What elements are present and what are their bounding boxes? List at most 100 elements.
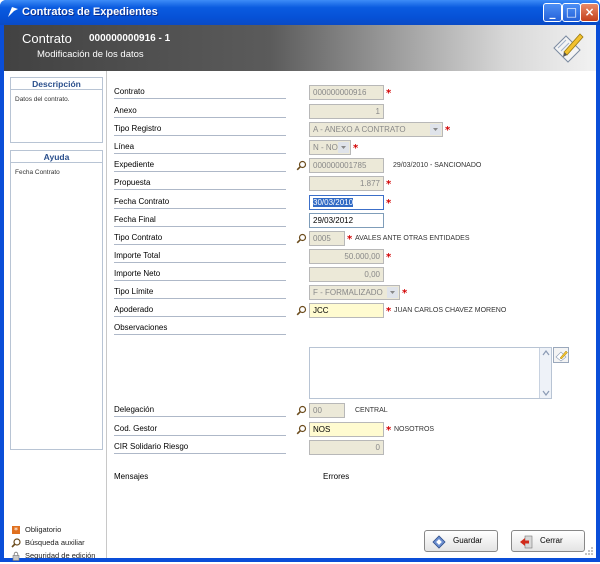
mensajes-label: Mensajes: [114, 472, 149, 481]
title-bar[interactable]: Contratos de Expedientes _ □ ×: [0, 0, 600, 25]
description-panel: Descripción Datos del contrato.: [10, 77, 103, 143]
lock-icon: [12, 551, 20, 561]
scroll-up-icon[interactable]: [542, 350, 550, 356]
magnifier-icon: [11, 538, 21, 548]
required-marker: *: [347, 234, 353, 245]
importe-neto-field[interactable]: 0,00: [309, 267, 384, 282]
magnifier-icon[interactable]: [296, 233, 307, 244]
importe-neto-label: Importe Neto: [114, 269, 286, 281]
linea-value: N - NO: [313, 143, 338, 152]
cir-solidario-label: CIR Solidario Riesgo: [114, 442, 286, 454]
tipo-limite-select[interactable]: F - FORMALIZADO: [309, 285, 400, 300]
required-marker: *: [353, 143, 359, 154]
tipo-contrato-label: Tipo Contrato: [114, 233, 286, 245]
edit-document-icon: [553, 33, 584, 63]
required-marker: *: [386, 252, 392, 263]
magnifier-icon[interactable]: [296, 305, 307, 316]
observaciones-frame: [309, 347, 552, 399]
errores-label: Errores: [323, 472, 350, 481]
legend-security: Seguridad de edición: [11, 551, 103, 561]
tipo-registro-value: A - ANEXO A CONTRATO: [313, 125, 406, 134]
tipo-registro-label: Tipo Registro: [114, 124, 286, 136]
required-marker: *: [386, 306, 392, 317]
fecha-contrato-value: 30/03/2010: [313, 198, 354, 207]
importe-total-field[interactable]: 50.000,00: [309, 249, 384, 264]
tipo-contrato-field[interactable]: 0005: [309, 231, 345, 246]
magnifier-icon[interactable]: [296, 424, 307, 435]
chevron-down-icon[interactable]: [338, 142, 349, 153]
cerrar-button[interactable]: Cerrar: [511, 530, 585, 552]
minimize-button[interactable]: _: [543, 3, 562, 22]
legend-security-label: Seguridad de edición: [25, 551, 96, 560]
close-button[interactable]: ×: [580, 3, 599, 22]
required-marker: *: [402, 288, 408, 299]
linea-label: Línea: [114, 142, 286, 154]
required-marker: *: [445, 125, 451, 136]
delegacion-field[interactable]: 00: [309, 403, 345, 418]
header-number: 000000000916 - 1: [89, 33, 171, 44]
propuesta-field[interactable]: 1.877: [309, 176, 384, 191]
app-icon: [8, 7, 18, 17]
description-panel-title: Descripción: [11, 78, 102, 90]
header-subtitle: Modificación de los datos: [37, 49, 144, 60]
help-text: Fecha Contrato: [15, 169, 60, 176]
legend-required-label: Obligatorio: [25, 525, 62, 534]
magnifier-icon[interactable]: [296, 160, 307, 171]
guardar-label: Guardar: [453, 536, 483, 545]
fecha-final-label: Fecha Final: [114, 215, 286, 227]
description-text: Datos del contrato.: [15, 96, 70, 103]
cir-solidario-field[interactable]: 0: [309, 440, 384, 455]
contrato-label: Contrato: [114, 87, 286, 99]
delegacion-label: Delegación: [114, 405, 286, 417]
page-header: Contrato 000000000916 - 1 Modificación d…: [4, 25, 596, 71]
propuesta-label: Propuesta: [114, 178, 286, 190]
exit-door-icon: [520, 535, 533, 549]
window-title: Contratos de Expedientes: [22, 6, 158, 18]
chevron-down-icon[interactable]: [430, 124, 441, 135]
tipo-registro-select[interactable]: A - ANEXO A CONTRATO: [309, 122, 443, 137]
contrato-field[interactable]: 000000000916: [309, 85, 384, 100]
legend-search: Búsqueda auxiliar: [11, 538, 103, 548]
expediente-description: 29/03/2010 - SANCIONADO: [393, 162, 482, 169]
tipo-limite-value: F - FORMALIZADO: [313, 288, 383, 297]
cod-gestor-input[interactable]: NOS: [309, 422, 384, 437]
required-icon: *: [12, 526, 20, 535]
svg-text:*: *: [14, 526, 18, 535]
apoderado-description: JUAN CARLOS CHAVEZ MORENO: [394, 307, 507, 314]
required-marker: *: [386, 179, 392, 190]
expediente-field[interactable]: 000000001785: [309, 158, 384, 173]
client-area: Contrato 000000000916 - 1 Modificación d…: [4, 25, 596, 561]
sidebar: Descripción Datos del contrato. Ayuda Fe…: [4, 71, 107, 561]
apoderado-label: Apoderado: [114, 305, 286, 317]
cod-gestor-label: Cod. Gestor: [114, 424, 286, 436]
cod-gestor-description: NOSOTROS: [394, 426, 435, 433]
magnifier-icon[interactable]: [296, 405, 307, 416]
fecha-final-input[interactable]: 29/03/2012: [309, 213, 384, 228]
contract-form: Contrato 000000000916 * Anexo 1 Tipo Reg…: [107, 71, 596, 558]
legend-search-label: Búsqueda auxiliar: [25, 538, 85, 547]
app-window: Contratos de Expedientes _ □ × Contrato …: [0, 0, 600, 562]
legend: * Obligatorio Búsqueda auxiliar Segurida…: [11, 525, 103, 564]
chevron-down-icon[interactable]: [387, 287, 398, 298]
help-panel: Ayuda Fecha Contrato: [10, 150, 103, 450]
observaciones-scrollbar[interactable]: [539, 348, 551, 398]
guardar-button[interactable]: Guardar: [424, 530, 498, 552]
fecha-contrato-label: Fecha Contrato: [114, 197, 286, 209]
anexo-label: Anexo: [114, 106, 286, 118]
required-marker: *: [386, 425, 392, 436]
resize-grip-icon[interactable]: [584, 546, 594, 556]
delegacion-description: CENTRAL: [355, 407, 388, 414]
required-marker: *: [386, 88, 392, 99]
pencil-icon: [555, 350, 568, 362]
legend-required: * Obligatorio: [11, 525, 103, 535]
maximize-button[interactable]: □: [562, 3, 581, 22]
apoderado-input[interactable]: JCC: [309, 303, 384, 318]
observaciones-label: Observaciones: [114, 323, 286, 335]
anexo-field[interactable]: 1: [309, 104, 384, 119]
fecha-contrato-input[interactable]: 30/03/2010: [309, 195, 384, 210]
linea-select[interactable]: N - NO: [309, 140, 351, 155]
scroll-down-icon[interactable]: [542, 390, 550, 396]
tipo-contrato-description: AVALES ANTE OTRAS ENTIDADES: [355, 235, 470, 242]
help-panel-title: Ayuda: [11, 151, 102, 163]
edit-notes-button[interactable]: [553, 347, 569, 363]
